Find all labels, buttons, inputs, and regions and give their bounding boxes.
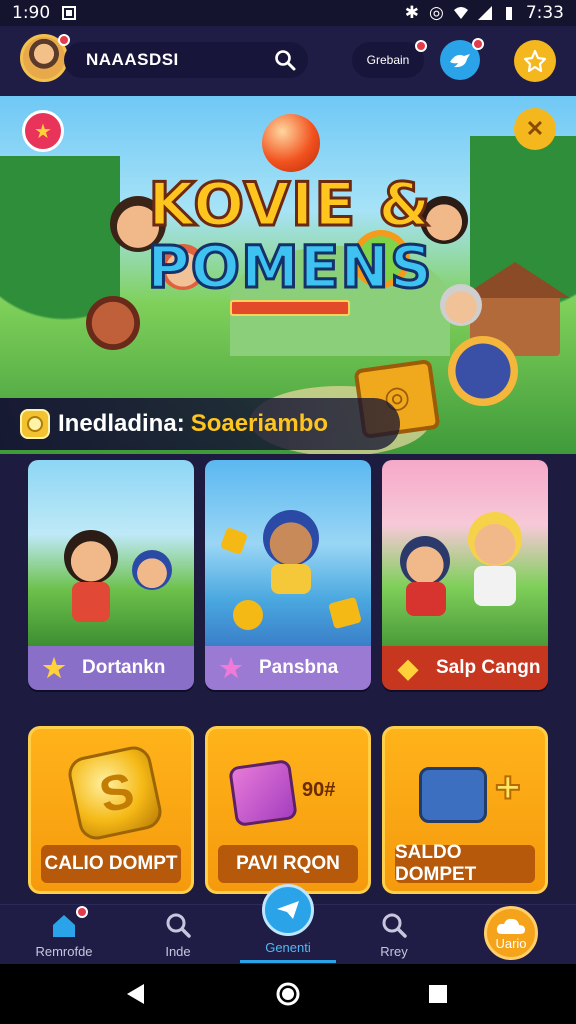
reward-card-1[interactable]: CALIO DOMPT [28,726,194,894]
game-card-3-art [382,460,548,646]
game-card-1-character-a [64,530,118,584]
favorites-button[interactable] [514,40,556,82]
gem-icon: ◆ [398,652,418,683]
reward-card-2-badge: 90# [302,779,336,801]
nav-item-profile-label: Uario [495,936,527,951]
game-card-3-character-a [400,536,450,586]
status-bar: 1:90 ✱ ◎ 7:33 [0,0,576,26]
game-card-3[interactable]: ◆ Salp Cangn [382,460,548,690]
nav-item-explore-label: Rrey [380,944,408,959]
nav-item-home[interactable]: Remrofde [16,905,112,965]
recents-icon[interactable] [428,984,448,1004]
game-card-1-art [28,460,194,646]
game-card-3-body-a [406,582,446,616]
nav-item-search-label: Inde [165,944,191,959]
game-card-2-coin-b [328,596,362,630]
game-card-2-body [271,564,311,594]
vehicle-icon [419,767,487,823]
battery-icon [505,7,512,20]
plus-icon: + [494,762,522,813]
bluetooth-icon: ✱ [404,3,419,23]
reward-card-3[interactable]: + SALDO DOMPET [382,726,548,894]
search-icon [166,913,191,938]
game-card-2-character [263,510,319,566]
game-card-3-label: Salp Cangn [436,657,541,678]
game-card-2[interactable]: ★ Pansbna [205,460,371,690]
bird-icon [450,54,470,68]
dice-icon [228,758,298,828]
star-icon [523,49,547,73]
messages-badge [415,40,427,52]
reward-card-2-label: PAVI RQON [218,845,358,883]
reward-card-3-label: SALDO DOMPET [395,842,535,885]
hero-title-line2: POMENS [146,233,433,301]
social-badge [472,38,484,50]
messages-button-label: Grebain [366,53,410,67]
nav-item-center-label: Genenti [265,940,311,955]
hero-character-6 [448,336,518,406]
search-bar[interactable]: NAAASDSI [64,42,308,78]
avatar-notification-badge [58,34,70,46]
nav-item-search[interactable]: Inde [130,905,226,965]
game-card-1-footer: ★ Dortankn [28,646,194,690]
game-card-3-character-b [468,512,522,566]
paper-plane-icon [277,901,299,919]
game-card-2-coin-a [219,526,249,556]
hero-badge-icon[interactable]: ★ [22,110,64,152]
explore-search-icon [382,913,407,938]
messages-button[interactable]: Grebain [352,42,424,78]
star-icon: ★ [42,652,66,683]
featured-bar[interactable]: Inedladina: Soaeriambo [0,398,400,450]
reward-card-1-label: CALIO DOMPT [41,845,181,883]
game-card-2-footer: ★ Pansbna [205,646,371,690]
sync-icon: ◎ [428,3,444,23]
back-icon[interactable] [124,982,148,1006]
status-time-right: 7:33 [525,3,564,23]
coin-icon [20,409,50,439]
nav-active-indicator [240,960,336,963]
gold-coin-icon [65,743,165,843]
system-navigation-bar [0,964,576,1024]
hero-orb [262,114,320,172]
game-card-1-label: Dortankn [82,657,166,678]
app-header: NAAASDSI Grebain [0,26,576,96]
status-time: 1:90 [12,3,51,23]
hero-title-line1: KOVIE & [147,170,432,240]
sparkle-star-icon: ★ [219,652,243,683]
app-screen: 1:90 ✱ ◎ 7:33 NAAASDSI Grebain ◎ KOVIE &… [0,0,576,1024]
close-icon[interactable]: ✕ [514,108,556,150]
signal-icon [477,6,492,20]
nav-item-explore[interactable]: Rrey [346,905,442,965]
game-card-1-character-b [132,550,172,590]
hero-ribbon [230,300,350,316]
hero-title: KOVIE & POMENS [120,170,460,316]
home-button-icon[interactable] [275,981,301,1007]
game-card-1[interactable]: ★ Dortankn [28,460,194,690]
game-card-3-body-b [474,566,516,606]
featured-value: Soaeriambo [190,410,329,437]
search-input[interactable]: NAAASDSI [86,50,179,70]
featured-label: Inedladina: [58,410,185,437]
game-card-3-footer: ◆ Salp Cangn [382,646,548,690]
home-icon [53,915,75,937]
game-card-1-body [72,582,110,622]
reward-card-2[interactable]: 90# PAVI RQON [205,726,371,894]
search-icon[interactable] [274,49,296,71]
game-card-2-orb [233,600,263,630]
nav-item-profile[interactable]: Uario [484,906,538,960]
notification-icon [62,6,77,20]
game-card-2-label: Pansbna [259,657,339,678]
home-notification-badge [76,906,88,918]
game-card-2-art [205,460,371,646]
nav-item-center[interactable] [262,884,314,936]
cloud-icon [496,918,525,934]
nav-item-home-label: Remrofde [35,944,93,959]
wifi-icon [453,7,468,19]
